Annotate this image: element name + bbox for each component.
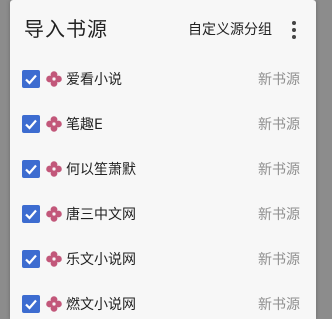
source-diamond-icon bbox=[46, 206, 62, 222]
source-checkbox[interactable] bbox=[22, 250, 40, 268]
dim-overlay-right bbox=[316, 0, 332, 319]
source-row[interactable]: 唐三中文网 新书源 bbox=[10, 193, 316, 238]
source-diamond-icon bbox=[46, 71, 62, 87]
source-status: 新书源 bbox=[258, 72, 300, 88]
dialog-toolbar: 导入书源 自定义源分组 bbox=[10, 0, 316, 56]
source-diamond-icon bbox=[46, 161, 62, 177]
source-name: 唐三中文网 bbox=[66, 207, 136, 223]
source-row[interactable]: 笔趣E 新书源 bbox=[10, 103, 316, 148]
source-checkbox[interactable] bbox=[22, 295, 40, 313]
source-checkbox[interactable] bbox=[22, 205, 40, 223]
dialog-title: 导入书源 bbox=[24, 17, 108, 41]
source-row[interactable]: 燃文小说网 新书源 bbox=[10, 283, 316, 319]
source-status: 新书源 bbox=[258, 297, 300, 313]
source-status: 新书源 bbox=[258, 252, 300, 268]
source-checkbox[interactable] bbox=[22, 160, 40, 178]
source-name: 何以笙萧默 bbox=[66, 162, 136, 178]
source-checkbox[interactable] bbox=[22, 70, 40, 88]
source-status: 新书源 bbox=[258, 207, 300, 223]
source-status: 新书源 bbox=[258, 162, 300, 178]
source-diamond-icon bbox=[46, 296, 62, 312]
source-name: 燃文小说网 bbox=[66, 297, 136, 313]
source-row[interactable]: 爱看小说 新书源 bbox=[10, 58, 316, 103]
source-name: 乐文小说网 bbox=[66, 252, 136, 268]
source-diamond-icon bbox=[46, 251, 62, 267]
source-list: 爱看小说 新书源 笔趣E 新书源 何以笙萧默 新书源 唐三中文网 新书源 乐文小… bbox=[10, 58, 316, 319]
more-vert-icon[interactable] bbox=[282, 18, 306, 42]
source-diamond-icon bbox=[46, 116, 62, 132]
source-status: 新书源 bbox=[258, 117, 300, 133]
source-row[interactable]: 乐文小说网 新书源 bbox=[10, 238, 316, 283]
source-name: 爱看小说 bbox=[66, 72, 122, 88]
source-checkbox[interactable] bbox=[22, 115, 40, 133]
dim-overlay-left bbox=[0, 0, 10, 319]
import-source-dialog: 导入书源 自定义源分组 爱看小说 新书源 笔趣E 新书源 何以笙萧默 新书源 唐… bbox=[10, 0, 316, 319]
custom-group-button[interactable]: 自定义源分组 bbox=[188, 20, 272, 40]
source-name: 笔趣E bbox=[66, 117, 103, 133]
source-row[interactable]: 何以笙萧默 新书源 bbox=[10, 148, 316, 193]
